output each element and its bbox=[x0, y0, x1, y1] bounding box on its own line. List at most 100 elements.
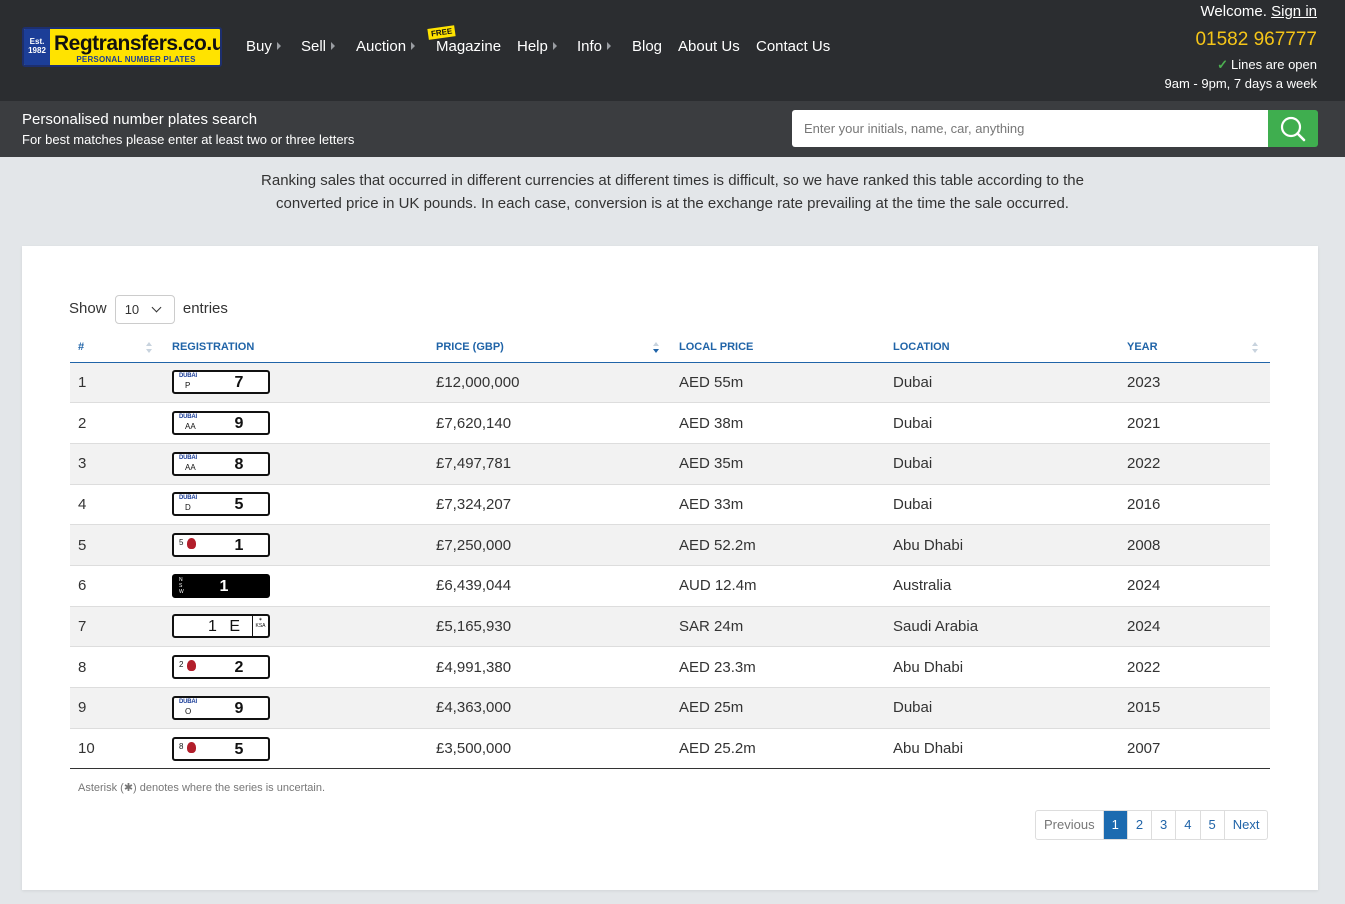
nav-contact-us[interactable]: Contact Us bbox=[756, 38, 830, 55]
pagination-next[interactable]: Next bbox=[1223, 811, 1268, 839]
search-title: Personalised number plates search bbox=[22, 111, 258, 128]
local-price-cell: AED 25.2m bbox=[671, 727, 885, 770]
registration-cell: 51 bbox=[164, 524, 428, 566]
pagination-page[interactable]: 5 bbox=[1199, 811, 1224, 839]
pagination-page[interactable]: 4 bbox=[1175, 811, 1199, 839]
col-price-gbp[interactable]: PRICE (GBP) bbox=[428, 333, 671, 363]
plate-number: 9 bbox=[234, 699, 244, 717]
chevron-down-icon bbox=[151, 302, 162, 312]
rank-cell: 1 bbox=[70, 361, 164, 403]
rank-cell: 3 bbox=[70, 442, 164, 485]
price-gbp-cell: £6,439,044 bbox=[428, 564, 671, 607]
caret-right-icon bbox=[331, 42, 336, 50]
plate-number: 5 bbox=[234, 740, 244, 758]
price-gbp-cell: £7,250,000 bbox=[428, 524, 671, 566]
caret-right-icon bbox=[276, 42, 281, 50]
number-plate[interactable]: 51 bbox=[172, 533, 270, 558]
search-band: Personalised number plates search For be… bbox=[0, 101, 1345, 157]
number-plate[interactable]: 1 E ✶ KSA bbox=[172, 614, 270, 639]
rank-cell: 4 bbox=[70, 483, 164, 525]
sort-icon bbox=[146, 342, 152, 354]
number-plate[interactable]: DUBAI D 5 bbox=[172, 492, 270, 517]
number-plate[interactable]: DUBAI P 7 bbox=[172, 370, 270, 395]
registration-cell: NSW1 bbox=[164, 564, 428, 607]
nav-sell[interactable]: Sell bbox=[301, 38, 336, 55]
table-row: 9 DUBAI O 9 £4,363,000 AED 25m Dubai 2015 bbox=[70, 687, 1270, 729]
nav-about-us[interactable]: About Us bbox=[678, 38, 740, 55]
check-icon: ✓ bbox=[1217, 57, 1228, 72]
location-cell: Australia bbox=[885, 564, 1119, 607]
sign-in-link[interactable]: Sign in bbox=[1271, 3, 1317, 20]
pagination-page[interactable]: 2 bbox=[1126, 811, 1151, 839]
price-gbp-cell: £7,324,207 bbox=[428, 483, 671, 525]
number-plate[interactable]: DUBAI AA 9 bbox=[172, 411, 270, 436]
registration-cell: 85 bbox=[164, 727, 428, 770]
local-price-cell: AED 38m bbox=[671, 402, 885, 444]
registration-cell: 1 E ✶ KSA bbox=[164, 605, 428, 647]
plate-number: 2 bbox=[234, 659, 244, 677]
sales-table: # REGISTRATION PRICE (GBP) LOCAL PRICE L… bbox=[70, 333, 1270, 770]
caret-right-icon bbox=[607, 42, 612, 50]
rank-cell: 9 bbox=[70, 687, 164, 729]
location-cell: Abu Dhabi bbox=[885, 524, 1119, 566]
local-price-cell: AED 33m bbox=[671, 483, 885, 525]
number-plate[interactable]: DUBAI O 9 bbox=[172, 695, 270, 720]
table-row: 1 DUBAI P 7 £12,000,000 AED 55m Dubai 2023 bbox=[70, 361, 1270, 403]
plate-number: 8 bbox=[234, 455, 244, 473]
col-location: LOCATION bbox=[885, 333, 1119, 363]
year-cell: 2015 bbox=[1119, 687, 1270, 729]
location-cell: Dubai bbox=[885, 361, 1119, 403]
registration-cell: DUBAI P 7 bbox=[164, 361, 428, 403]
nav-blog[interactable]: Blog bbox=[632, 38, 662, 55]
search-icon bbox=[1280, 116, 1306, 142]
table-row: 7 1 E ✶ KSA £5,165,930 SAR 24m Saudi Arabia 202… bbox=[70, 605, 1270, 647]
number-plate[interactable]: DUBAI AA 8 bbox=[172, 451, 270, 476]
logo-name: Regtransfers.co.uk bbox=[54, 32, 222, 55]
number-plate[interactable]: 22 bbox=[172, 655, 270, 680]
table-row: 5 5 1 £7,250,000 AED 52.2m Abu Dhabi 2008 bbox=[70, 524, 1270, 566]
year-cell: 2022 bbox=[1119, 646, 1270, 688]
year-cell: 2022 bbox=[1119, 442, 1270, 485]
col-rank[interactable]: # bbox=[70, 333, 164, 363]
nav-auction[interactable]: Auction bbox=[356, 38, 416, 55]
location-cell: Saudi Arabia bbox=[885, 605, 1119, 647]
nav-info[interactable]: Info bbox=[577, 38, 612, 55]
year-cell: 2007 bbox=[1119, 727, 1270, 770]
pagination-page[interactable]: 1 bbox=[1102, 811, 1127, 839]
pagination-previous[interactable]: Previous bbox=[1036, 811, 1103, 839]
pagination-page[interactable]: 3 bbox=[1151, 811, 1175, 839]
plate-number: 1 bbox=[219, 577, 229, 595]
entries-select[interactable]: 10 bbox=[114, 294, 175, 324]
plate-number: 9 bbox=[234, 415, 244, 433]
local-price-cell: SAR 24m bbox=[671, 605, 885, 647]
col-year[interactable]: YEAR bbox=[1119, 333, 1270, 363]
plate-number: 7 bbox=[234, 374, 244, 392]
local-price-cell: AED 55m bbox=[671, 361, 885, 403]
site-logo[interactable]: Est. 1982 Regtransfers.co.uk PERSONAL NU… bbox=[22, 27, 222, 67]
nav-help[interactable]: Help bbox=[517, 38, 557, 55]
rank-cell: 8 bbox=[70, 646, 164, 688]
table-row: 2 DUBAI AA 9 £7,620,140 AED 38m Dubai 2021 bbox=[70, 402, 1270, 444]
logo-est-badge: Est. 1982 bbox=[24, 29, 50, 65]
number-plate[interactable]: 85 bbox=[172, 736, 270, 761]
location-cell: Abu Dhabi bbox=[885, 727, 1119, 770]
nav-buy[interactable]: Buy bbox=[246, 38, 281, 55]
phone-number[interactable]: 01582 967777 bbox=[1195, 29, 1317, 51]
rank-cell: 7 bbox=[70, 605, 164, 647]
number-plate[interactable]: NSW1 bbox=[172, 573, 270, 598]
pagination: Previous 1 2 3 4 5 Next bbox=[1035, 810, 1269, 840]
local-price-cell: AUD 12.4m bbox=[671, 564, 885, 607]
search-button[interactable] bbox=[1268, 110, 1318, 147]
search-input[interactable] bbox=[792, 110, 1269, 147]
nav-magazine[interactable]: Magazine bbox=[436, 38, 501, 55]
plate-number: 1 bbox=[234, 537, 244, 555]
location-cell: Abu Dhabi bbox=[885, 646, 1119, 688]
rank-cell: 5 bbox=[70, 524, 164, 566]
search-subtitle: For best matches please enter at least t… bbox=[22, 132, 355, 147]
registration-cell: DUBAI D 5 bbox=[164, 483, 428, 525]
plate-number: 5 bbox=[234, 496, 244, 514]
table-row: 3 DUBAI AA 8 £7,497,781 AED 35m Dubai 2022 bbox=[70, 442, 1270, 485]
year-cell: 2021 bbox=[1119, 402, 1270, 444]
year-cell: 2016 bbox=[1119, 483, 1270, 525]
local-price-cell: AED 52.2m bbox=[671, 524, 885, 566]
